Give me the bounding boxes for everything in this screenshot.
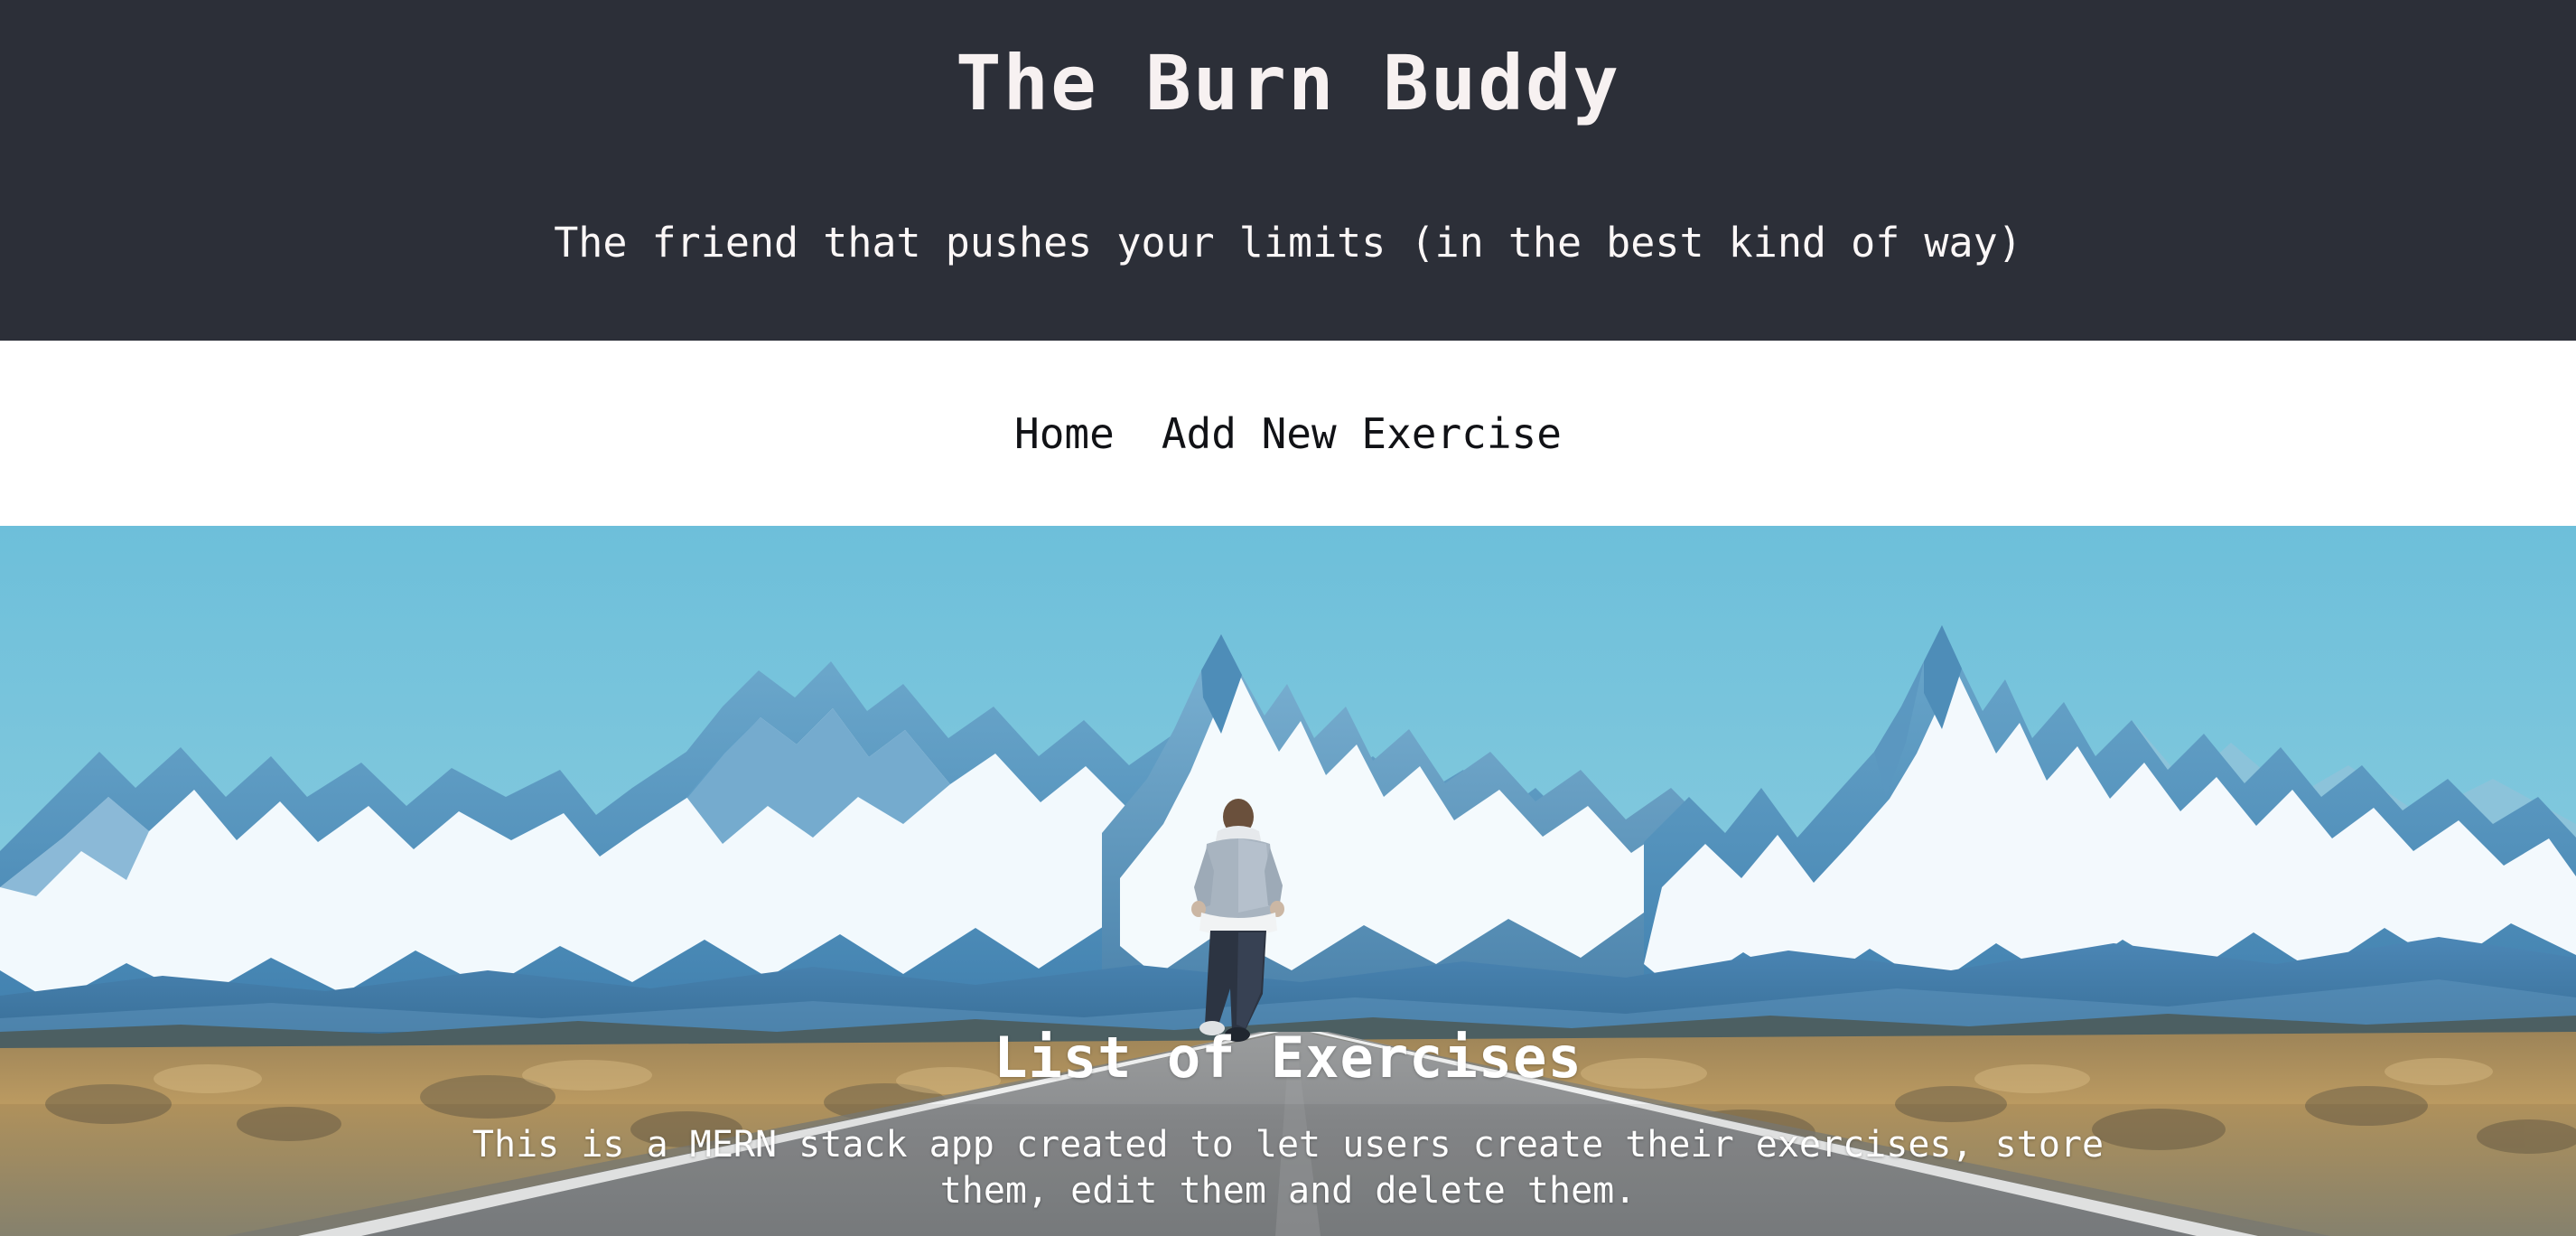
hero-description: This is a MERN stack app created to let …: [471, 1123, 2105, 1212]
main-navigation: Home Add New Exercise: [0, 341, 2576, 526]
hero-section: List of Exercises This is a MERN stack a…: [0, 526, 2576, 1236]
hero-heading: List of Exercises: [994, 1025, 1582, 1091]
nav-link-home[interactable]: Home: [1014, 413, 1115, 454]
site-header: The Burn Buddy The friend that pushes yo…: [0, 0, 2576, 341]
site-tagline: The friend that pushes your limits (in t…: [554, 219, 2022, 267]
nav-link-add-new-exercise[interactable]: Add New Exercise: [1162, 413, 1562, 454]
hero-text-block: List of Exercises This is a MERN stack a…: [0, 526, 2576, 1236]
site-title: The Burn Buddy: [955, 39, 1620, 127]
